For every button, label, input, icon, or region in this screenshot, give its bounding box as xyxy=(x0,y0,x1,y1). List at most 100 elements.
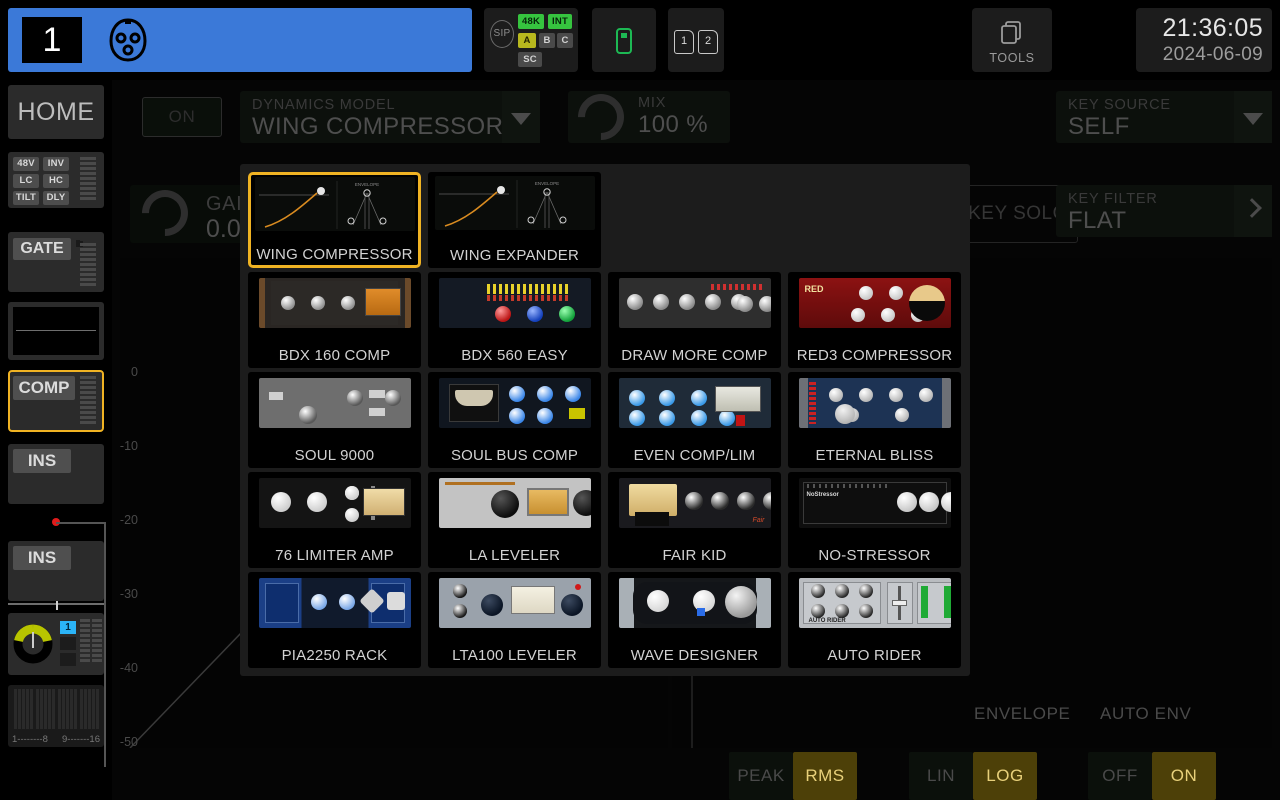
sidebar-item-home[interactable]: HOME xyxy=(8,85,104,139)
model-tile[interactable]: DRAW MORE COMP xyxy=(608,272,781,368)
channel-sidebar: HOME 48V INV LC HC TILT DLY GATE COMP IN… xyxy=(0,80,112,800)
chevron-down-icon xyxy=(1243,113,1263,125)
detector-peak-button[interactable]: PEAK xyxy=(729,752,793,800)
envelope-group-label: ENVELOPE xyxy=(974,704,1071,723)
model-tile[interactable]: EVEN COMP/LIM xyxy=(608,372,781,468)
model-thumbnail xyxy=(608,272,781,334)
chip-inv[interactable]: INV xyxy=(43,157,69,171)
comp-button[interactable]: COMP xyxy=(13,376,75,400)
model-tile[interactable]: BDX 160 COMP xyxy=(248,272,421,368)
chip-dly[interactable]: DLY xyxy=(43,191,69,205)
gate-button[interactable]: GATE xyxy=(13,238,71,260)
model-tile[interactable]: SOUL 9000 xyxy=(248,372,421,468)
pan-knob-icon[interactable] xyxy=(11,622,55,666)
chip-48k: 48K xyxy=(518,14,544,29)
chip-tilt[interactable]: TILT xyxy=(13,191,39,205)
usb-status-panel[interactable] xyxy=(592,8,656,72)
model-tile[interactable]: LA LEVELER xyxy=(428,472,601,568)
envelope-log-button[interactable]: LOG xyxy=(973,752,1037,800)
model-thumbnail xyxy=(428,272,601,334)
y-tick-0: 0 xyxy=(131,365,138,379)
mix-control[interactable]: MIX 100 % xyxy=(568,84,730,150)
sidebar-item-insert-1[interactable]: INS xyxy=(8,444,104,504)
key-filter-next-arrow[interactable] xyxy=(1234,185,1272,237)
sd-card-panel[interactable]: 1 2 xyxy=(668,8,724,72)
sidebar-item-comp[interactable]: COMP xyxy=(8,370,104,432)
model-tile-label: WAVE DESIGNER xyxy=(630,647,759,664)
model-tile-label: SOUL BUS COMP xyxy=(450,447,579,464)
tools-label: TOOLS xyxy=(989,51,1035,65)
clock-date: 2024-06-09 xyxy=(1162,44,1263,65)
gain-knob-icon[interactable] xyxy=(132,180,198,246)
sync-status-panel[interactable]: SIP 48K INT A B C SC xyxy=(484,8,578,72)
dynamics-on-button[interactable]: ON xyxy=(142,97,222,137)
bus-meter-bars xyxy=(12,689,100,729)
tools-button[interactable]: TOOLS xyxy=(972,8,1052,72)
model-thumbnail: Fair xyxy=(608,472,781,534)
model-tile[interactable]: SOUL BUS COMP xyxy=(428,372,601,468)
chip-48v[interactable]: 48V xyxy=(13,157,39,171)
model-tile[interactable]: RED RED3 COMPRESSOR xyxy=(788,272,961,368)
gain-value: 0.0 xyxy=(206,215,241,243)
auto-env-off-button[interactable]: OFF xyxy=(1088,752,1152,800)
sip-button[interactable]: SIP xyxy=(490,20,514,48)
mix-knob-icon[interactable] xyxy=(568,84,634,150)
mix-label: MIX xyxy=(638,95,667,111)
sidebar-item-bus-meters[interactable]: 1--------8 9-------16 xyxy=(8,685,104,747)
model-tile[interactable]: 76 LIMITER AMP xyxy=(248,472,421,568)
channel-number: 1 xyxy=(22,17,82,63)
model-tile[interactable]: ETERNAL BLISS xyxy=(788,372,961,468)
model-thumbnail xyxy=(248,272,421,334)
model-tile[interactable]: BDX 560 EASY xyxy=(428,272,601,368)
sidebar-item-gate[interactable]: GATE xyxy=(8,232,104,292)
key-source-select[interactable]: KEY SOURCE SELF xyxy=(1056,91,1272,143)
clock-panel[interactable]: 21:36:05 2024-06-09 xyxy=(1136,8,1272,72)
svg-text:ENVELOPE: ENVELOPE xyxy=(354,182,378,187)
sidebar-item-pan[interactable]: 1 xyxy=(8,613,104,675)
model-tile-label: DRAW MORE COMP xyxy=(621,347,768,364)
sidebar-item-preamp[interactable]: 48V INV LC HC TILT DLY xyxy=(8,152,104,208)
model-tile[interactable]: LTA100 LEVELER xyxy=(428,572,601,668)
model-tile[interactable]: NoStressor NO-STRESSOR xyxy=(788,472,961,568)
bus-assign-3[interactable] xyxy=(60,653,76,666)
insert1-button[interactable]: INS xyxy=(13,449,71,473)
insert2-button[interactable]: INS xyxy=(13,546,71,570)
model-thumbnail: ENVELOPE xyxy=(251,175,418,233)
detector-controls-row: ENVELOPE AUTO ENV PEAK RMS LIN LOG OFF O… xyxy=(112,670,1280,800)
envelope-lin-button[interactable]: LIN xyxy=(909,752,973,800)
channel-strip-header[interactable]: 1 xyxy=(8,8,472,72)
model-tile[interactable]: PIA2250 RACK xyxy=(248,572,421,668)
model-tile-label: LTA100 LEVELER xyxy=(452,647,577,664)
model-thumbnail xyxy=(428,372,601,434)
sidebar-item-insert-2[interactable]: INS xyxy=(8,541,104,601)
key-source-dropdown-arrow[interactable] xyxy=(1234,91,1272,143)
key-filter-value: FLAT xyxy=(1068,207,1127,234)
sidebar-item-eq[interactable] xyxy=(8,302,104,360)
model-tile-label: 76 LIMITER AMP xyxy=(275,547,394,564)
model-thumbnail xyxy=(248,472,421,534)
chip-hc[interactable]: HC xyxy=(43,174,69,188)
bus-assign-1[interactable]: 1 xyxy=(60,621,76,634)
model-tile-label: AUTO RIDER xyxy=(827,647,922,664)
model-tile[interactable]: Fair FAIR KID xyxy=(608,472,781,568)
model-tile-label: ETERNAL BLISS xyxy=(815,447,934,464)
bus-assign-2[interactable] xyxy=(60,637,76,650)
detector-rms-button[interactable]: RMS xyxy=(793,752,857,800)
model-thumbnail xyxy=(788,372,961,434)
model-tile[interactable]: ENVELOPE WING COMPRESSOR xyxy=(248,172,421,268)
model-tile[interactable]: AUTO RIDER AUTO RIDER xyxy=(788,572,961,668)
model-tile-grid: ENVELOPE WING COMPRESSOR ENVELOPE WING EXPA… xyxy=(248,172,962,668)
chip-lc[interactable]: LC xyxy=(13,174,39,188)
dynamics-model-dropdown-arrow[interactable] xyxy=(502,91,540,143)
sd-card-1[interactable]: 1 xyxy=(674,30,694,54)
dynamics-model-select[interactable]: DYNAMICS MODEL WING COMPRESSOR xyxy=(240,91,540,143)
model-tile-label: WING EXPANDER xyxy=(449,247,579,264)
dynamics-model-picker-modal[interactable]: ENVELOPE WING COMPRESSOR ENVELOPE WING EXPA… xyxy=(240,164,970,676)
model-thumbnail xyxy=(608,572,781,634)
comp-level-leds xyxy=(80,376,96,426)
model-tile[interactable]: WAVE DESIGNER xyxy=(608,572,781,668)
sd-card-2[interactable]: 2 xyxy=(698,30,718,54)
model-tile[interactable]: ENVELOPE WING EXPANDER xyxy=(428,172,601,268)
key-filter-select[interactable]: KEY FILTER FLAT xyxy=(1056,185,1272,237)
auto-env-on-button[interactable]: ON xyxy=(1152,752,1216,800)
